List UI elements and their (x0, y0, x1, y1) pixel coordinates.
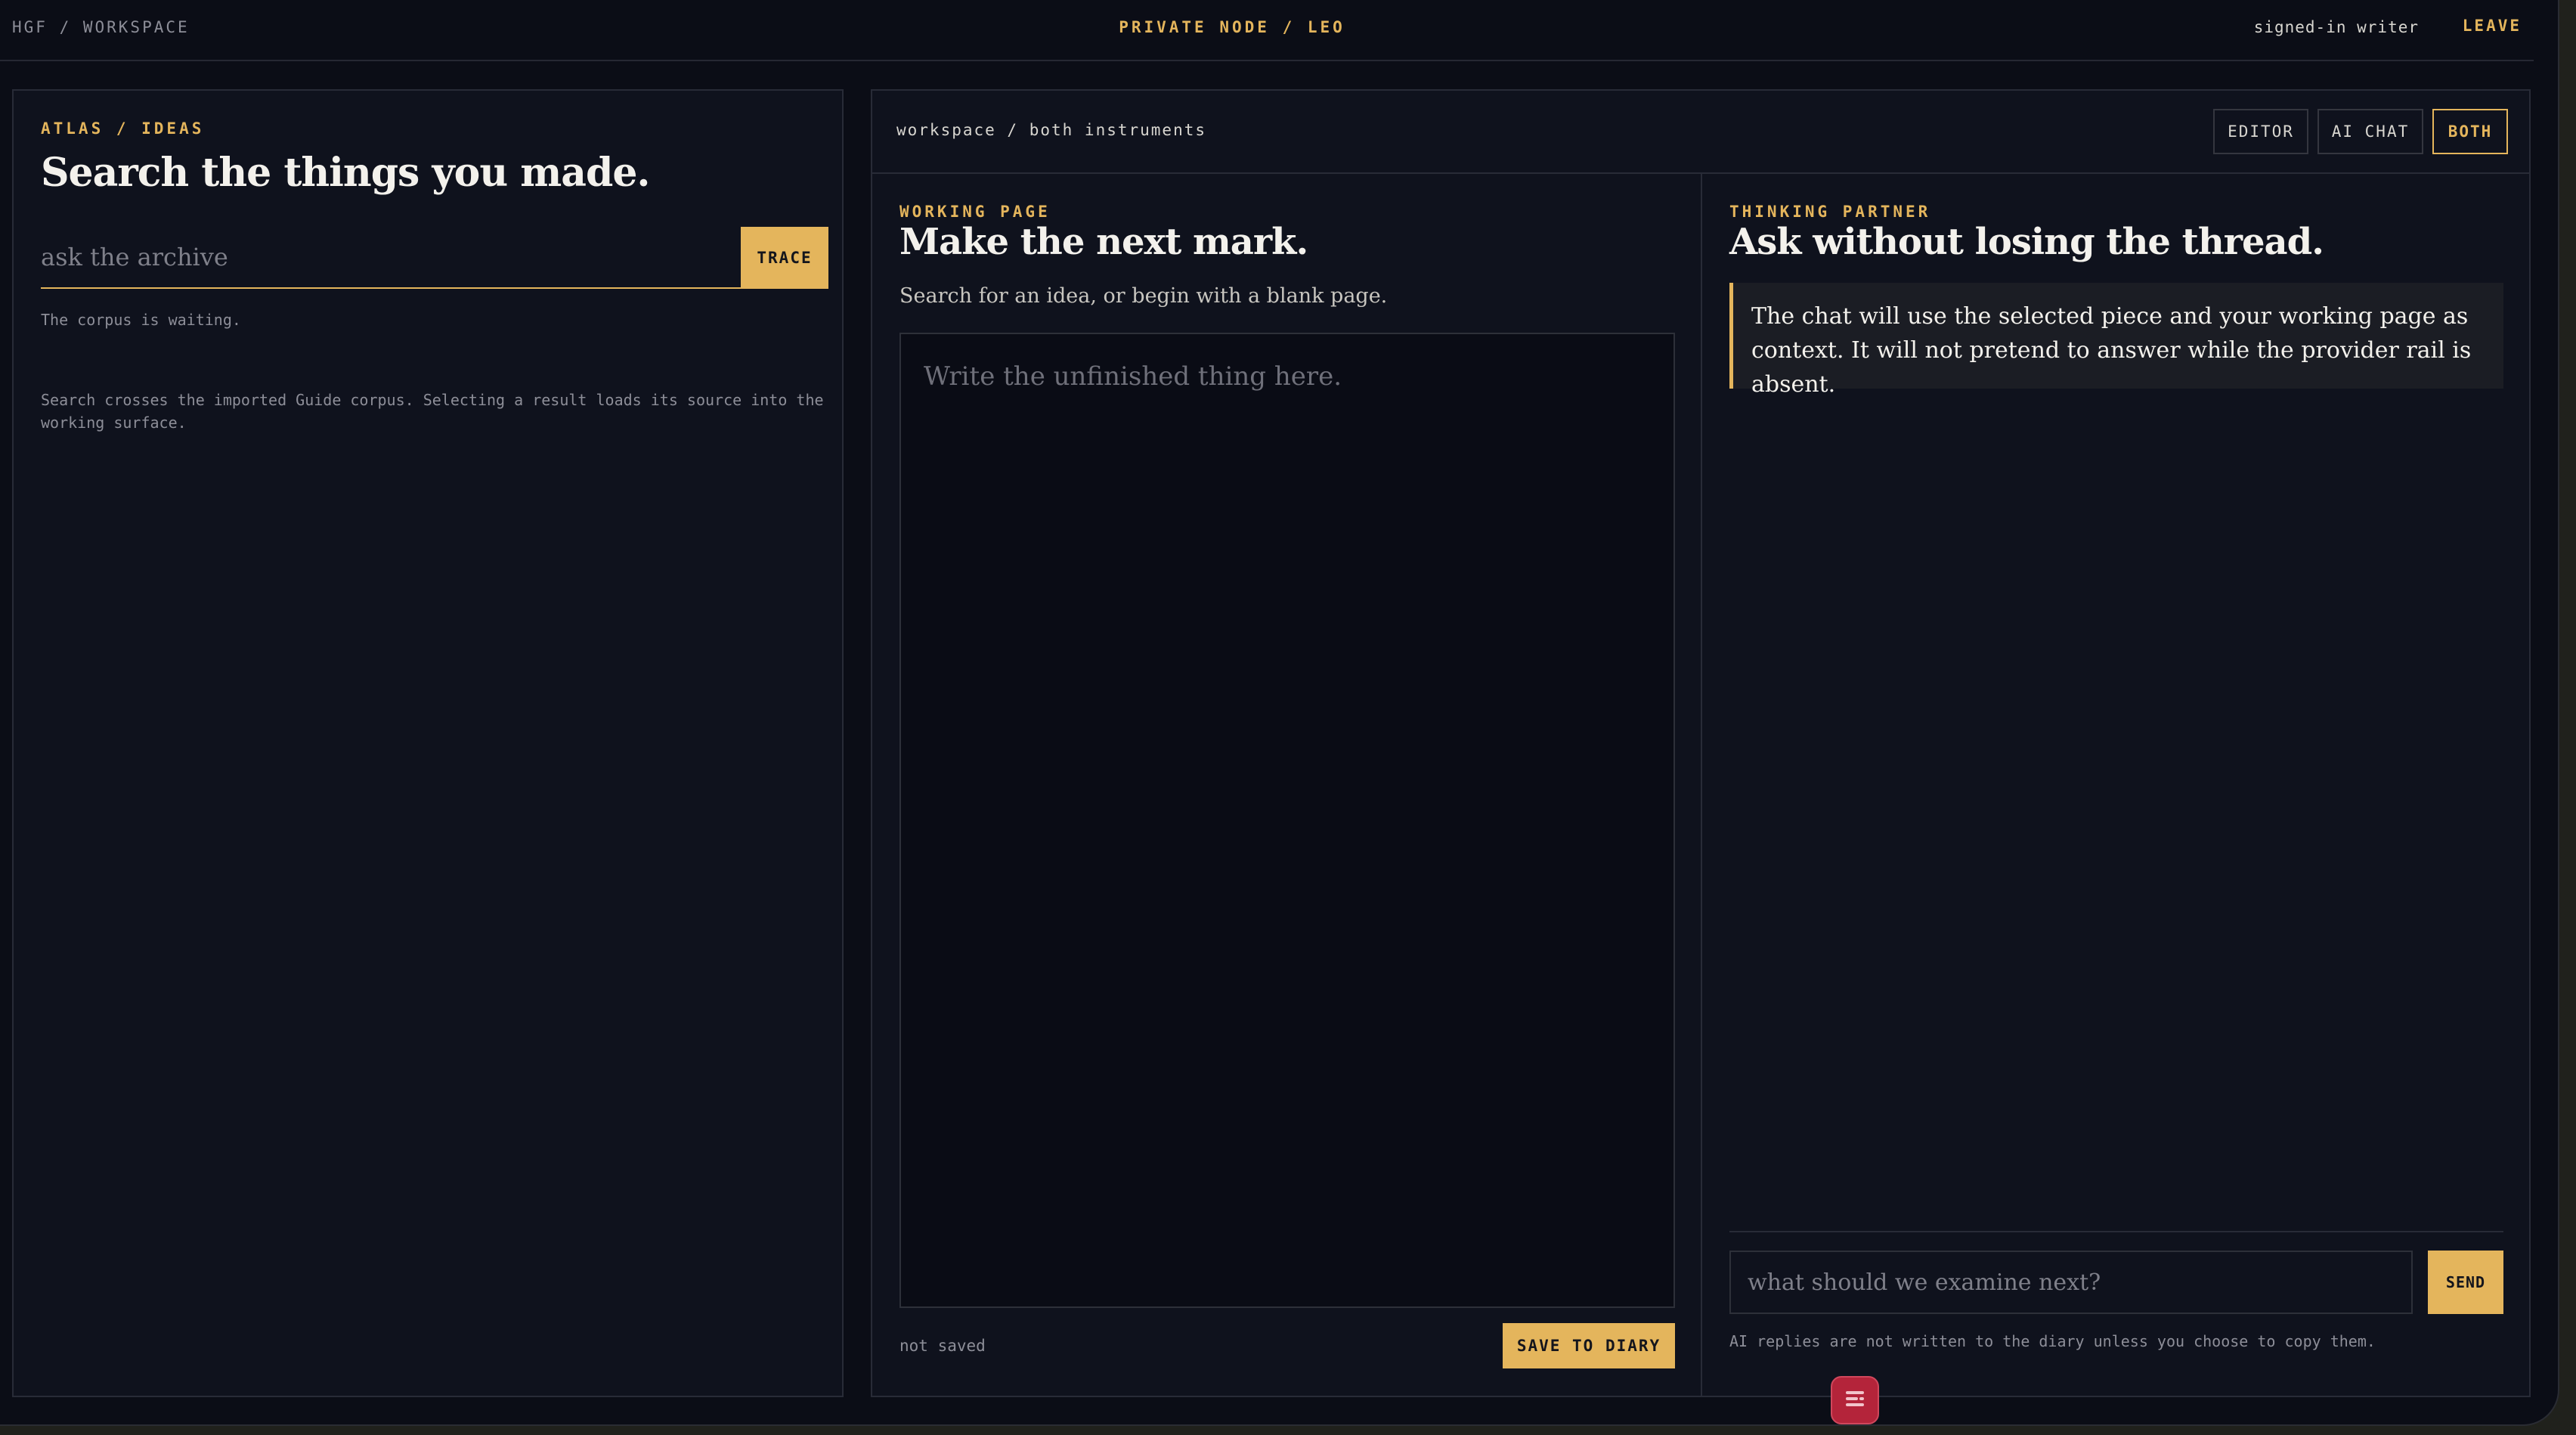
workspace-header: workspace / both instruments EDITOR AI C… (872, 91, 2529, 174)
send-button[interactable]: SEND (2428, 1251, 2503, 1314)
editor-eyebrow: WORKING PAGE (899, 203, 1051, 221)
floating-menu-button[interactable] (1831, 1376, 1879, 1424)
menu-icon (1840, 1384, 1870, 1417)
chat-footnote: AI replies are not written to the diary … (1729, 1332, 2376, 1350)
top-bar: HGF / WORKSPACE PRIVATE NODE / LEO signe… (0, 0, 2534, 61)
editor-title: Make the next mark. (899, 221, 1308, 263)
chat-input[interactable] (1729, 1251, 2413, 1314)
editor-subtitle: Search for an idea, or begin with a blan… (899, 284, 1388, 308)
mode-ai-chat-button[interactable]: AI CHAT (2317, 109, 2423, 154)
save-to-diary-button[interactable]: SAVE TO DIARY (1503, 1323, 1675, 1368)
trace-button[interactable]: TRACE (741, 227, 828, 289)
workspace-breadcrumb: workspace / both instruments (896, 121, 1207, 139)
atlas-title: Search the things you made. (41, 150, 651, 196)
corpus-status: The corpus is waiting. (41, 311, 241, 329)
app-window: HGF / WORKSPACE PRIVATE NODE / LEO signe… (0, 0, 2559, 1426)
save-status: not saved (899, 1337, 986, 1355)
atlas-eyebrow: ATLAS / IDEAS (41, 119, 205, 138)
mode-editor-button[interactable]: EDITOR (2213, 109, 2308, 154)
search-description: Search crosses the imported Guide corpus… (41, 391, 824, 432)
atlas-panel: ATLAS / IDEAS Search the things you made… (12, 89, 844, 1397)
mode-both-button[interactable]: BOTH (2432, 109, 2508, 154)
column-divider (1701, 174, 1702, 1396)
chat-eyebrow: THINKING PARTNER (1729, 203, 1931, 221)
leave-button[interactable]: LEAVE (2463, 17, 2522, 35)
editor-textarea[interactable] (899, 333, 1675, 1308)
user-label: signed-in writer (2253, 18, 2419, 36)
chat-context-note: The chat will use the selected piece and… (1729, 283, 2503, 398)
archive-search-input[interactable] (41, 227, 751, 289)
workspace-panel: workspace / both instruments EDITOR AI C… (871, 89, 2531, 1397)
chat-divider (1729, 1231, 2503, 1232)
node-title: PRIVATE NODE / LEO (1119, 18, 1345, 36)
archive-search: TRACE (41, 227, 828, 290)
chat-title: Ask without losing the thread. (1729, 221, 2324, 263)
